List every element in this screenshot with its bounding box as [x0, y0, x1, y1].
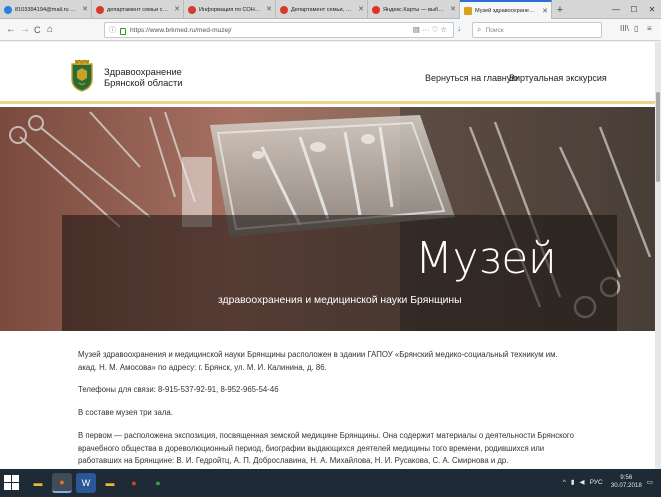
forward-button[interactable]: → [20, 23, 30, 37]
bryansk-coat-of-arms-logo[interactable] [69, 59, 95, 92]
close-window-button[interactable]: ✕ [643, 0, 661, 19]
browser-tab[interactable]: 8103394194@mail.ru - Почта М ✕ [0, 0, 92, 19]
home-button[interactable]: ⌂ [47, 23, 53, 37]
nav-link-virtual-tour[interactable]: Виртуальная экскурсия [509, 73, 607, 83]
browser-nav-bar: ← → C ⌂ ⓘ https://www.brkmed.ru/med-muze… [0, 19, 661, 41]
window-controls: — ☐ ✕ [607, 0, 661, 19]
start-button[interactable] [4, 475, 20, 491]
tab-label: Яндекс.Карты — выбирайте [383, 6, 445, 13]
scrollbar-thumb[interactable] [656, 92, 660, 182]
browser-tab[interactable]: департамент семьи социальн ✕ [92, 0, 184, 19]
clock-date: 30.07.2018 [610, 482, 642, 489]
hero-title: Музей [415, 233, 557, 284]
taskbar-word-icon[interactable]: W [76, 473, 96, 493]
lock-icon [120, 27, 126, 35]
search-placeholder: Поиск [485, 26, 504, 34]
mail-favicon-icon [4, 5, 12, 14]
address-bar[interactable]: ⓘ https://www.brkmed.ru/med-muzej/ ▤ ···… [104, 22, 454, 38]
page-scrollbar[interactable] [655, 42, 661, 469]
network-icon[interactable]: ▮ [571, 478, 575, 486]
tab-label: Информация по СОНКО [199, 6, 261, 13]
volume-icon[interactable]: ◀ [580, 478, 585, 486]
browser-tab[interactable]: Информация по СОНКО ✕ [184, 0, 276, 19]
url-text[interactable]: https://www.brkmed.ru/med-muzej/ [130, 27, 232, 34]
tab-label: 8103394194@mail.ru - Почта М [15, 6, 77, 13]
taskbar-folder-icon[interactable]: ▬ [100, 473, 120, 493]
menu-icon[interactable]: ≡ [647, 24, 652, 33]
reload-button[interactable]: C [34, 23, 41, 37]
new-tab-button[interactable]: + [552, 0, 568, 19]
museum-favicon-icon [464, 7, 472, 15]
tab-label: Департамент семьи, социаль [291, 6, 353, 13]
tab-close-icon[interactable]: ✕ [82, 5, 88, 13]
yandex-favicon-icon [96, 5, 104, 14]
web-page: Здравоохранение Брянской области Вернуть… [0, 42, 661, 469]
tray-expand-icon[interactable]: ^ [563, 479, 566, 486]
site-header: Здравоохранение Брянской области Вернуть… [0, 42, 661, 104]
brand-line-1: Здравоохранение [104, 66, 182, 77]
hero-subtitle: здравоохранения и медицинской науки Брян… [218, 295, 462, 306]
content-area: Музей здравоохранения и медицинской наук… [62, 331, 591, 469]
tab-label: Музей здравоохранения Брян [475, 8, 537, 14]
tab-close-icon[interactable]: ✕ [542, 7, 548, 15]
tab-close-icon[interactable]: ✕ [450, 5, 456, 13]
browser-tab[interactable]: Департамент семьи, социаль ✕ [276, 0, 368, 19]
taskbar-chrome-icon[interactable]: ● [148, 473, 168, 493]
sidebar-icon[interactable]: ▯ [634, 24, 638, 33]
download-icon[interactable]: ↓ [457, 24, 461, 33]
paragraph-phones: Телефоны для связи: 8-915-537-92-91, 8-9… [78, 385, 279, 394]
browser-tab-active[interactable]: Музей здравоохранения Брян ✕ [460, 0, 552, 20]
yandex-favicon-icon [372, 5, 380, 14]
maximize-button[interactable]: ☐ [625, 0, 643, 19]
back-button[interactable]: ← [6, 23, 16, 37]
taskbar-yandex-browser-icon[interactable]: ● [124, 473, 144, 493]
hero-banner: Музей здравоохранения и медицинской наук… [0, 107, 661, 331]
browser-tab[interactable]: Яндекс.Карты — выбирайте ✕ [368, 0, 460, 19]
search-icon: ⌕ [477, 25, 482, 34]
tab-label: департамент семьи социальн [107, 6, 169, 13]
opera-favicon-icon [280, 5, 288, 14]
tab-close-icon[interactable]: ✕ [358, 5, 364, 13]
browser-tab-strip: 8103394194@mail.ru - Почта М ✕ департаме… [0, 0, 661, 20]
library-icon[interactable]: III\ [620, 24, 629, 33]
taskbar-file-explorer-icon[interactable]: ▬ [28, 473, 48, 493]
page-actions-icon[interactable]: ▤ ··· ♡ ☆ [413, 25, 447, 34]
brand-line-2: Брянской области [104, 77, 183, 88]
taskbar-clock[interactable]: 9:56 30.07.2018 [611, 474, 642, 490]
taskbar-firefox-icon[interactable]: ● [52, 473, 72, 493]
nav-link-home[interactable]: Вернуться на главную [425, 73, 518, 83]
windows-taskbar: ▬ ● W ▬ ● ● ^ ▮ ◀ РУС 9:56 30.07.2018 ▭ [0, 469, 661, 497]
info-icon[interactable]: ⓘ [109, 25, 116, 35]
paragraph-halls: В составе музея три зала. [78, 408, 173, 417]
tab-close-icon[interactable]: ✕ [174, 5, 180, 13]
minimize-button[interactable]: — [607, 0, 625, 19]
site-brand[interactable]: Здравоохранение Брянской области [104, 66, 183, 88]
opera-favicon-icon [188, 5, 196, 14]
notifications-icon[interactable]: ▭ [647, 478, 653, 486]
clock-time: 9:56 [620, 474, 633, 481]
paragraph-location: Музей здравоохранения и медицинской наук… [78, 350, 558, 372]
search-input[interactable]: ⌕ Поиск [472, 22, 602, 38]
paragraph-first-hall: В первом — расположена экспозиция, посвя… [78, 431, 574, 466]
tab-close-icon[interactable]: ✕ [266, 5, 272, 13]
system-tray: ^ ▮ ◀ РУС 9:56 30.07.2018 ▭ [558, 474, 653, 490]
language-indicator[interactable]: РУС [590, 479, 603, 486]
